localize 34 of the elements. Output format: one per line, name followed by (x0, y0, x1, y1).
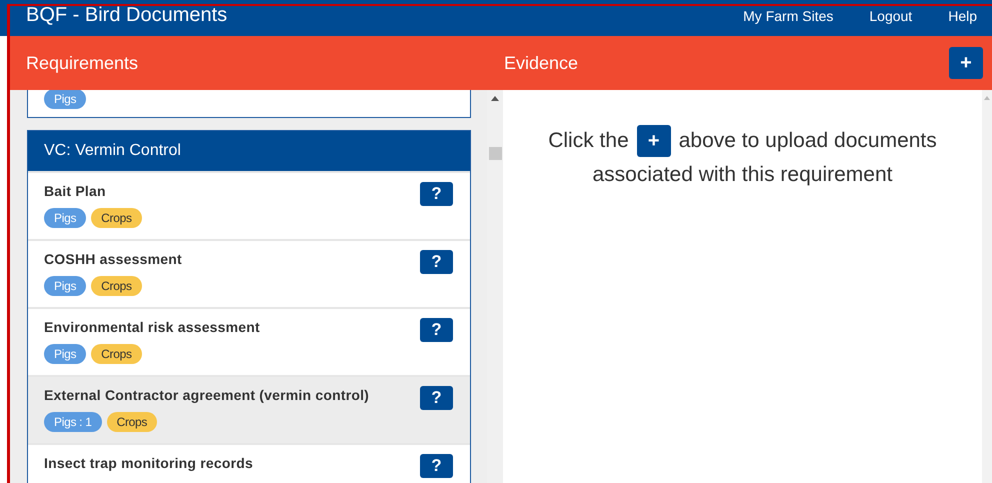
nav-link[interactable]: My Farm Sites (743, 8, 834, 24)
requirement-row[interactable]: External Contractor agreement (vermin control) Pigs : 1 Crops ? (28, 375, 470, 443)
scrollbar[interactable] (982, 90, 992, 483)
group-title: VC: Vermin Control (28, 131, 470, 171)
help-button[interactable]: ? (420, 250, 453, 274)
instruction-text: Click the (548, 128, 629, 154)
help-button[interactable]: ? (420, 386, 453, 410)
nav-link[interactable]: Logout (869, 8, 912, 24)
tag-badge: Pigs (44, 344, 86, 364)
tag-badge: Crops (91, 208, 142, 228)
panel-heading: Evidence (504, 52, 578, 74)
instruction-text: above to upload documents (678, 128, 937, 154)
requirement-name: External Contractor agreement (vermin control) (44, 387, 370, 403)
tag-badge: Pigs (44, 208, 86, 228)
tag-badge: Pigs (44, 276, 86, 296)
instruction-text: associated with this requirement (592, 162, 892, 188)
help-button[interactable]: ? (420, 182, 453, 206)
add-button[interactable]: + (949, 47, 983, 79)
tag-badge: Crops (106, 412, 158, 432)
tag-badge: Pigs : 1 (44, 412, 102, 432)
tag-badge: Crops (91, 276, 142, 296)
tag-badge: Crops (91, 344, 142, 364)
requirement-name: Bait Plan (44, 183, 107, 199)
requirement-name: COSHH assessment (44, 251, 182, 267)
panel-heading: Requirements (26, 52, 138, 74)
help-button[interactable]: ? (420, 454, 453, 478)
help-button[interactable]: ? (420, 318, 453, 342)
requirement-name: Insect trap monitoring records (44, 455, 254, 471)
app-title: BQF - Bird Documents (26, 4, 228, 27)
tag-badge: Pigs (44, 90, 86, 109)
scrollbar[interactable] (487, 90, 503, 483)
requirement-name: Environmental risk assessment (44, 319, 260, 335)
nav-link[interactable]: Help (948, 8, 977, 24)
add-button[interactable]: + (636, 125, 671, 157)
